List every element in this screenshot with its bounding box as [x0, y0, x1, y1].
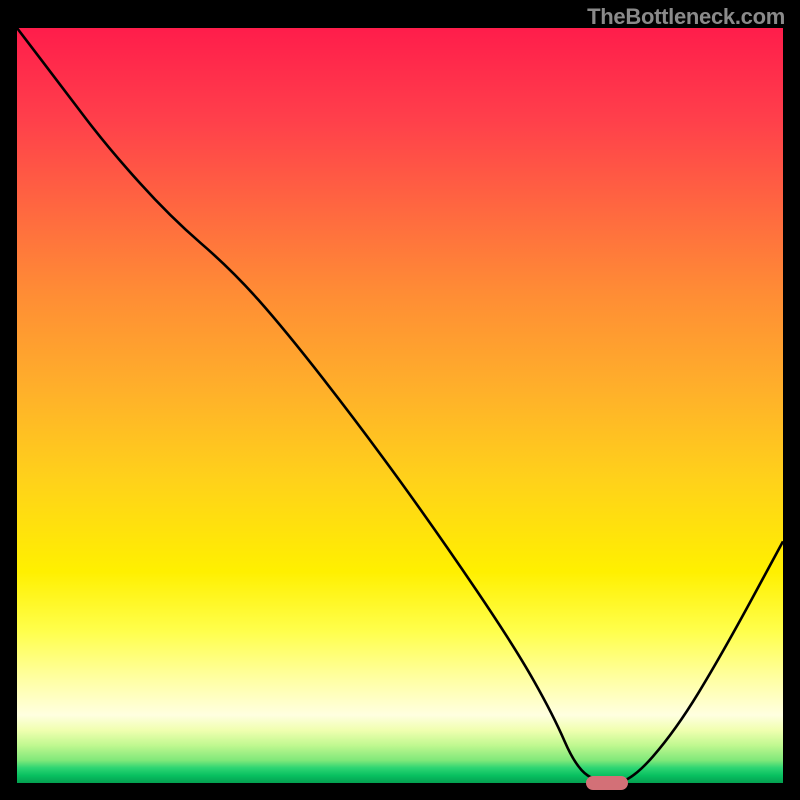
curve-layer: [17, 28, 783, 783]
bottleneck-curve-path: [17, 28, 783, 783]
plot-area: [15, 26, 785, 785]
optimal-marker: [586, 776, 628, 790]
